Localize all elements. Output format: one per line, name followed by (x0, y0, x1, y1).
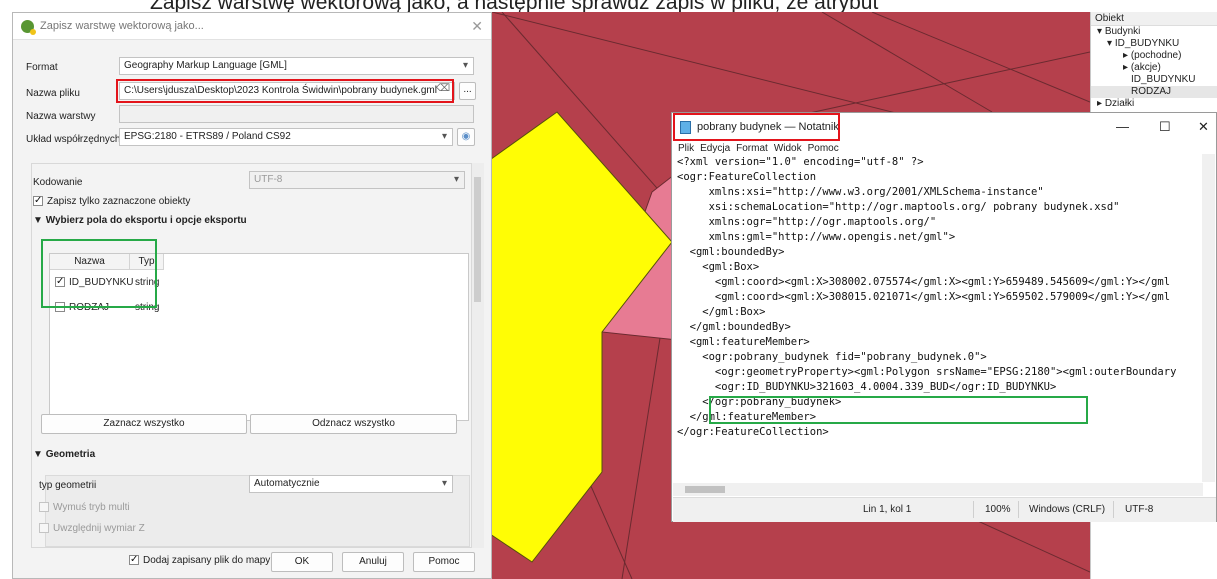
add-to-map-label: Dodaj zapisany plik do mapy (143, 555, 271, 566)
geometry-type-label: typ geometrii (39, 480, 97, 491)
menu-format[interactable]: Format (736, 143, 768, 154)
identify-header: Obiekt (1091, 12, 1217, 26)
geometry-section-header[interactable]: ▼ Geometria (33, 449, 95, 460)
tree-item-feature[interactable]: ▾ ID_BUDYNKU (1107, 38, 1179, 50)
collapsed-arrow-icon[interactable]: ▸ (1097, 98, 1105, 109)
collapsed-arrow-icon[interactable]: ▸ (1123, 50, 1131, 61)
code-line: </gml:boundedBy> (677, 321, 791, 333)
code-line: </gml:Box> (677, 306, 766, 318)
code-line: <gml:boundedBy> (677, 246, 785, 258)
notepad-menubar: Plik Edycja Format Widok Pomoc (678, 143, 845, 154)
options-scrollbar[interactable] (471, 163, 484, 548)
code-line: <ogr:FeatureCollection (677, 171, 817, 183)
menu-widok[interactable]: Widok (774, 143, 802, 154)
notepad-vertical-scrollbar[interactable] (1202, 154, 1215, 482)
collapse-arrow-icon: ▼ (33, 449, 46, 460)
file-encoding: UTF-8 (1125, 504, 1154, 515)
ok-button[interactable]: OK (271, 552, 333, 572)
crs-select[interactable]: EPSG:2180 - ETRS89 / Poland CS92 (119, 128, 453, 146)
dialog-title: Zapisz warstwę wektorową jako... (40, 20, 204, 32)
qgis-logo-icon (21, 19, 36, 35)
add-to-map-checkbox[interactable]: ✓ (129, 555, 139, 565)
crs-picker-button[interactable]: ◉ (457, 128, 475, 146)
code-line: <ogr:pobrany_budynek fid="pobrany_budyne… (677, 351, 987, 363)
cursor-position: Lin 1, kol 1 (863, 504, 912, 515)
attribute-id-budynku[interactable]: ID_BUDYNKU (1131, 74, 1195, 86)
include-z-label: Uwzględnij wymiar Z (53, 523, 145, 534)
zoom-level: 100% (985, 504, 1011, 515)
highlight-id-budynku-line (709, 396, 1088, 424)
filename-label: Nazwa pliku (26, 88, 80, 99)
code-line: xmlns:xsi="http://www.w3.org/2001/XMLSch… (677, 186, 1044, 198)
menu-pomoc[interactable]: Pomoc (808, 143, 839, 154)
tree-item-budynki[interactable]: ▾ Budynki (1097, 26, 1140, 38)
highlight-notepad-title (673, 113, 840, 141)
only-selected-checkbox[interactable]: ✓ (33, 196, 43, 206)
save-vector-layer-dialog: Zapisz warstwę wektorową jako... ✕ Forma… (12, 12, 492, 579)
geometry-type-select[interactable]: Automatycznie (249, 475, 453, 493)
code-line: <gml:coord><gml:X>308015.021071</gml:X><… (677, 291, 1171, 303)
code-line: <?xml version="1.0" encoding="utf-8" ?> (677, 156, 924, 168)
only-selected-label: Zapisz tylko zaznaczone obiekty (47, 196, 191, 207)
code-line: </ogr:FeatureCollection> (677, 426, 829, 438)
menu-edycja[interactable]: Edycja (700, 143, 730, 154)
close-icon[interactable]: ✕ (1198, 119, 1209, 135)
scrollbar-thumb[interactable] (474, 177, 481, 302)
notepad-statusbar: Lin 1, kol 1 100% Windows (CRLF) UTF-8 (673, 497, 1216, 522)
collapse-arrow-icon: ▼ (33, 215, 46, 226)
globe-icon: ◉ (461, 131, 471, 142)
browse-button[interactable]: ... (459, 82, 476, 100)
layername-label: Nazwa warstwy (26, 111, 96, 122)
encoding-label: Kodowanie (33, 177, 83, 188)
highlight-filename (116, 79, 454, 103)
dialog-titlebar: Zapisz warstwę wektorową jako... ✕ (13, 13, 491, 40)
attribute-rodzaj[interactable]: RODZAJ (1091, 86, 1217, 98)
code-line: xmlns:gml="http://www.opengis.net/gml"> (677, 231, 956, 243)
format-select[interactable]: Geography Markup Language [GML] (119, 57, 474, 75)
code-line: <gml:featureMember> (677, 336, 810, 348)
highlight-fields (41, 239, 157, 308)
close-icon[interactable]: ✕ (471, 18, 483, 35)
crs-label: Układ współrzędnych (26, 134, 121, 145)
code-line: <gml:coord><gml:X>308002.075574</gml:X><… (677, 276, 1171, 288)
scrollbar-thumb[interactable] (685, 486, 725, 493)
code-line: <ogr:ID_BUDYNKU>321603_4.0004.339_BUD</o… (677, 381, 1057, 393)
fields-section-header[interactable]: ▼ Wybierz pola do eksportu i opcje ekspo… (33, 215, 247, 226)
include-z-checkbox[interactable] (39, 523, 49, 533)
menu-plik[interactable]: Plik (678, 143, 694, 154)
deselect-all-button[interactable]: Odznacz wszystko (250, 414, 457, 434)
force-multi-checkbox[interactable] (39, 502, 49, 512)
tree-item-dzialki[interactable]: ▸ Działki (1097, 98, 1134, 110)
tree-item-derived[interactable]: ▸ (pochodne) (1123, 50, 1181, 62)
code-line: <gml:Box> (677, 261, 760, 273)
minimize-icon[interactable]: — (1116, 119, 1129, 134)
force-multi-label: Wymuś tryb multi (53, 502, 130, 513)
notepad-window: pobrany budynek — Notatnik — ☐ ✕ Plik Edy… (671, 112, 1217, 522)
code-line: xmlns:ogr="http://ogr.maptools.org/" (677, 216, 937, 228)
expand-arrow-icon[interactable]: ▾ (1097, 26, 1105, 37)
code-line: <ogr:geometryProperty><gml:Polygon srsNa… (677, 366, 1177, 378)
layername-input[interactable] (119, 105, 474, 123)
collapsed-arrow-icon[interactable]: ▸ (1123, 62, 1131, 73)
code-line: xsi:schemaLocation="http://ogr.maptools.… (677, 201, 1120, 213)
notepad-text-area[interactable]: <?xml version="1.0" encoding="utf-8" ?> <… (677, 155, 1204, 482)
format-label: Format (26, 62, 58, 73)
notepad-horizontal-scrollbar[interactable] (673, 483, 1203, 496)
select-all-button[interactable]: Zaznacz wszystko (41, 414, 247, 434)
maximize-icon[interactable]: ☐ (1159, 119, 1171, 135)
tree-item-actions[interactable]: ▸ (akcje) (1123, 62, 1161, 74)
expand-arrow-icon[interactable]: ▾ (1107, 38, 1115, 49)
help-button[interactable]: Pomoc (413, 552, 475, 572)
line-endings: Windows (CRLF) (1029, 504, 1106, 515)
cancel-button[interactable]: Anuluj (342, 552, 404, 572)
encoding-select[interactable]: UTF-8 (249, 171, 465, 189)
